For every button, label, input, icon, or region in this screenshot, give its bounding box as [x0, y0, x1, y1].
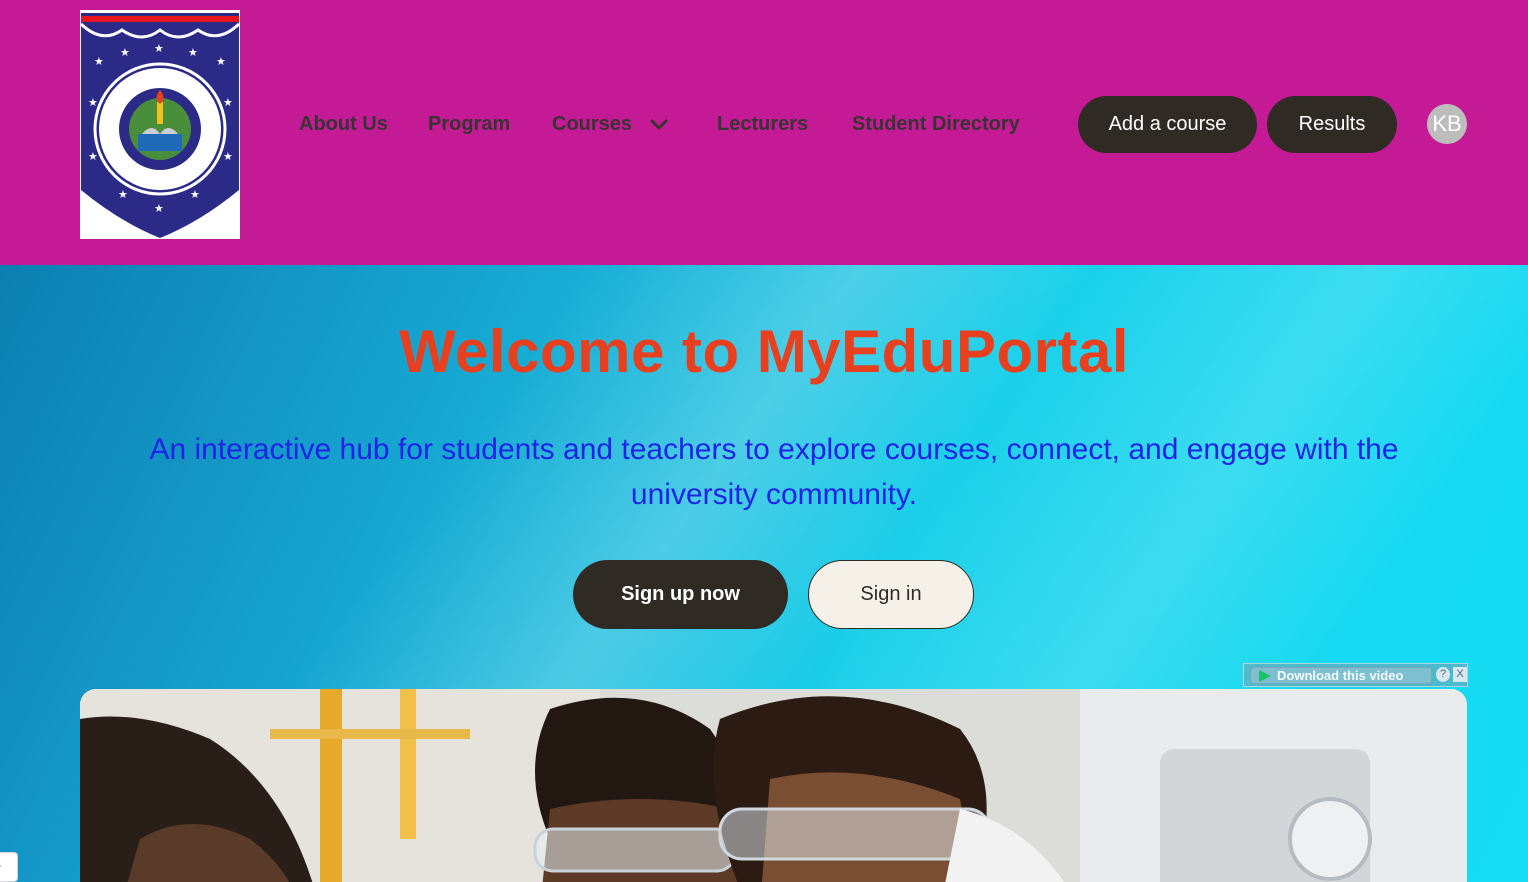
close-icon[interactable]: X [1453, 667, 1467, 682]
chevron-down-icon[interactable] [648, 113, 670, 135]
hero-subtitle: An interactive hub for students and teac… [149, 433, 1399, 511]
nav-about-us[interactable]: About Us [299, 108, 388, 140]
svg-text:★: ★ [188, 46, 198, 59]
nav-lecturers[interactable]: Lecturers [717, 108, 808, 140]
svg-text:★: ★ [120, 46, 130, 59]
svg-text:★: ★ [216, 55, 226, 68]
svg-text:★: ★ [190, 188, 200, 201]
university-logo[interactable]: ★ ★ ★ ★ ★ ★ ★ ★ ★ ★ ★ ★ [80, 10, 240, 239]
side-widget-tab[interactable]: r [0, 852, 18, 882]
download-video-button[interactable]: Download this video [1250, 667, 1432, 684]
add-course-button[interactable]: Add a course [1078, 96, 1257, 153]
svg-text:★: ★ [154, 42, 164, 55]
hero-video[interactable] [80, 689, 1467, 882]
play-icon [1259, 670, 1271, 682]
nav-program[interactable]: Program [428, 108, 510, 140]
user-avatar[interactable]: KB [1427, 104, 1467, 144]
svg-text:★: ★ [223, 96, 233, 109]
site-header: ★ ★ ★ ★ ★ ★ ★ ★ ★ ★ ★ ★ About Us Program Course… [0, 0, 1528, 265]
lab-students-video-frame [80, 689, 1467, 882]
sign-in-button[interactable]: Sign in [808, 560, 974, 629]
hero-section: Welcome to MyEduPortal An interactive hu… [0, 265, 1528, 882]
download-video-label: Download this video [1277, 668, 1404, 683]
svg-text:★: ★ [118, 188, 128, 201]
hero-title: Welcome to MyEduPortal [398, 318, 1129, 385]
svg-text:★: ★ [154, 202, 164, 215]
video-download-bar: Download this video ? X [1243, 663, 1468, 687]
nav-courses[interactable]: Courses [552, 108, 632, 140]
svg-text:★: ★ [223, 150, 233, 163]
help-icon[interactable]: ? [1436, 667, 1450, 682]
svg-text:★: ★ [94, 55, 104, 68]
logo-crest-icon: ★ ★ ★ ★ ★ ★ ★ ★ ★ ★ ★ ★ [80, 10, 240, 239]
nav-student-directory[interactable]: Student Directory [852, 108, 1020, 140]
results-button[interactable]: Results [1267, 96, 1397, 153]
sign-up-button[interactable]: Sign up now [573, 560, 788, 629]
svg-text:★: ★ [88, 150, 98, 163]
svg-text:★: ★ [88, 96, 98, 109]
